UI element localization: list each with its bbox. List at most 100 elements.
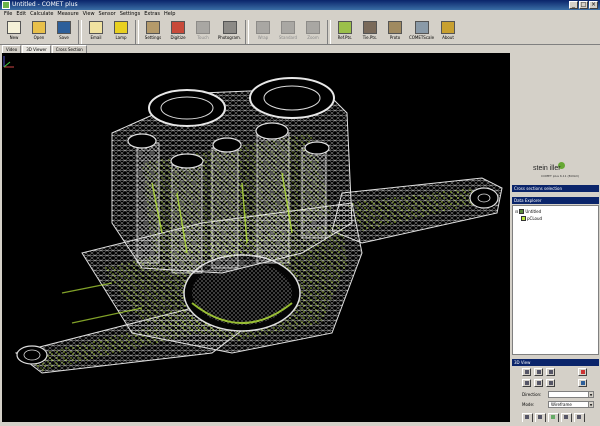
cometscale-button[interactable]: COMETScale	[408, 19, 435, 45]
toolbar-label: Email	[90, 35, 102, 40]
cross-section-header[interactable]: Cross sections selection	[512, 185, 599, 192]
open-button[interactable]: Open	[27, 19, 51, 45]
menu-settings[interactable]: Settings	[120, 10, 141, 19]
logo-area	[511, 45, 600, 175]
mode-value: Wireframe	[551, 402, 572, 407]
zoom-button[interactable]: Zoom	[301, 19, 325, 45]
tie-pts-button[interactable]: Tie.Pts.	[358, 19, 382, 45]
toolbar-label: COMETScale	[408, 35, 435, 40]
menu-view[interactable]: View	[83, 10, 95, 19]
touch-button[interactable]: Touch	[191, 19, 215, 45]
version-text: COMET plus 6.11 (BUILD)	[541, 174, 579, 178]
standard-button[interactable]: Standard	[276, 19, 300, 45]
window-title: Untitled - COMET plus	[12, 1, 78, 8]
digitize-icon	[171, 21, 185, 34]
new-button[interactable]: New	[2, 19, 26, 45]
digitize-button[interactable]: Digitize	[166, 19, 190, 45]
menu-sensor[interactable]: Sensor	[99, 10, 116, 19]
tree-collapse-icon[interactable]: ⊟	[515, 209, 518, 214]
toolbar-label: Settings	[144, 35, 162, 40]
logo-text: stein iller	[533, 165, 561, 172]
lamp-icon	[114, 21, 128, 34]
menu-extras[interactable]: Extras	[144, 10, 160, 19]
menu-file[interactable]: File	[4, 10, 12, 19]
project-icon	[519, 209, 525, 214]
view-right-button[interactable]	[534, 379, 543, 387]
tab-cross-section[interactable]: Cross Section	[51, 45, 87, 53]
email-button[interactable]: Email	[84, 19, 108, 45]
wrap-button[interactable]: Wrap	[251, 19, 275, 45]
window-controls: _ □ ×	[569, 1, 598, 9]
lamp-button[interactable]: Lamp	[109, 19, 133, 45]
about-button[interactable]: About	[436, 19, 460, 45]
touch-icon	[196, 21, 210, 34]
minimize-icon[interactable]: _	[569, 1, 578, 9]
ref-pts-button[interactable]: Ref.Pts.	[333, 19, 357, 45]
toolbar-label: Tie.Pts.	[362, 35, 378, 40]
menu-calculate[interactable]: Calculate	[30, 10, 53, 19]
axis-indicator	[3, 56, 14, 68]
data-explorer-header[interactable]: Data Explorer	[512, 197, 599, 204]
toolbar-label: Open	[33, 35, 45, 40]
mesh-render	[14, 77, 503, 374]
toolbar-label: Save	[59, 35, 69, 40]
tab-3d-viewer[interactable]: 3D Viewer	[22, 45, 51, 53]
toolbar-label: About	[442, 35, 454, 40]
photogram-button[interactable]: Photogram.	[216, 19, 243, 45]
3d-viewport[interactable]	[2, 53, 510, 425]
tree-item-untitled[interactable]: ⊟ Untitled	[515, 209, 541, 214]
standard-icon	[281, 21, 295, 34]
settings-button[interactable]: Settings	[141, 19, 165, 45]
protocol-icon	[388, 21, 402, 34]
view-bottom-button[interactable]	[546, 379, 555, 387]
new-icon	[7, 21, 21, 34]
tree-label: Untitled	[525, 209, 542, 214]
toolbar-label: Ref.Pts.	[337, 35, 353, 40]
tie-points-icon	[363, 21, 377, 34]
direction-label: Direction:	[522, 392, 542, 397]
toolbar-label: Photogram.	[217, 35, 242, 40]
maximize-icon[interactable]: □	[579, 1, 588, 9]
app-window: Untitled - COMET plus _ □ × File Edit Calc…	[0, 0, 600, 426]
menu-help[interactable]: Help	[164, 10, 175, 19]
app-icon	[2, 1, 10, 9]
reference-points-icon	[338, 21, 352, 34]
mode-select[interactable]: Wireframe ▼	[548, 401, 594, 408]
toolbar-label: Digitize	[170, 35, 186, 40]
proto-button[interactable]: Proto	[383, 19, 407, 45]
direction-select[interactable]: ▼	[548, 391, 594, 398]
view-front-button[interactable]	[522, 368, 531, 376]
save-button[interactable]: Save	[52, 19, 76, 45]
tree-label: pCLoud	[527, 216, 543, 221]
toolbar-label: Lamp	[115, 35, 127, 40]
menu-edit[interactable]: Edit	[16, 10, 26, 19]
toolbar-separator	[245, 20, 249, 44]
delete-view-button[interactable]	[578, 368, 587, 376]
chevron-down-icon[interactable]: ▼	[588, 392, 593, 397]
title-bar: Untitled - COMET plus _ □ ×	[0, 0, 600, 10]
view-back-button[interactable]	[534, 368, 543, 376]
toolbar-label: Touch	[197, 35, 209, 40]
save-icon	[57, 21, 71, 34]
status-bar	[0, 422, 600, 426]
chevron-down-icon[interactable]: ▼	[588, 402, 593, 407]
3d-view-header[interactable]: 3D View	[512, 359, 599, 366]
view-left-button[interactable]	[522, 379, 531, 387]
menu-measure[interactable]: Measure	[57, 10, 78, 19]
tree-item-pcloud[interactable]: pCLoud	[521, 216, 542, 221]
toolbar-label: Standard	[278, 35, 298, 40]
toolbar-label: Wrap	[257, 35, 269, 40]
toolbar-separator	[327, 20, 331, 44]
view-top-button[interactable]	[546, 368, 555, 376]
toolbar-label: Zoom	[307, 35, 319, 40]
right-panel: stein iller COMET plus 6.11 (BUILD) Cros…	[511, 45, 600, 426]
mode-label: Mode:	[522, 402, 535, 407]
settings-icon	[146, 21, 160, 34]
wrap-icon	[256, 21, 270, 34]
data-explorer-tree[interactable]: ⊟ Untitled pCLoud	[512, 205, 599, 355]
close-icon[interactable]: ×	[589, 1, 598, 9]
comet-scale-icon	[414, 21, 429, 34]
save-view-button[interactable]	[578, 379, 587, 387]
toolbar-separator	[135, 20, 139, 44]
tab-video[interactable]: Video	[2, 45, 22, 53]
